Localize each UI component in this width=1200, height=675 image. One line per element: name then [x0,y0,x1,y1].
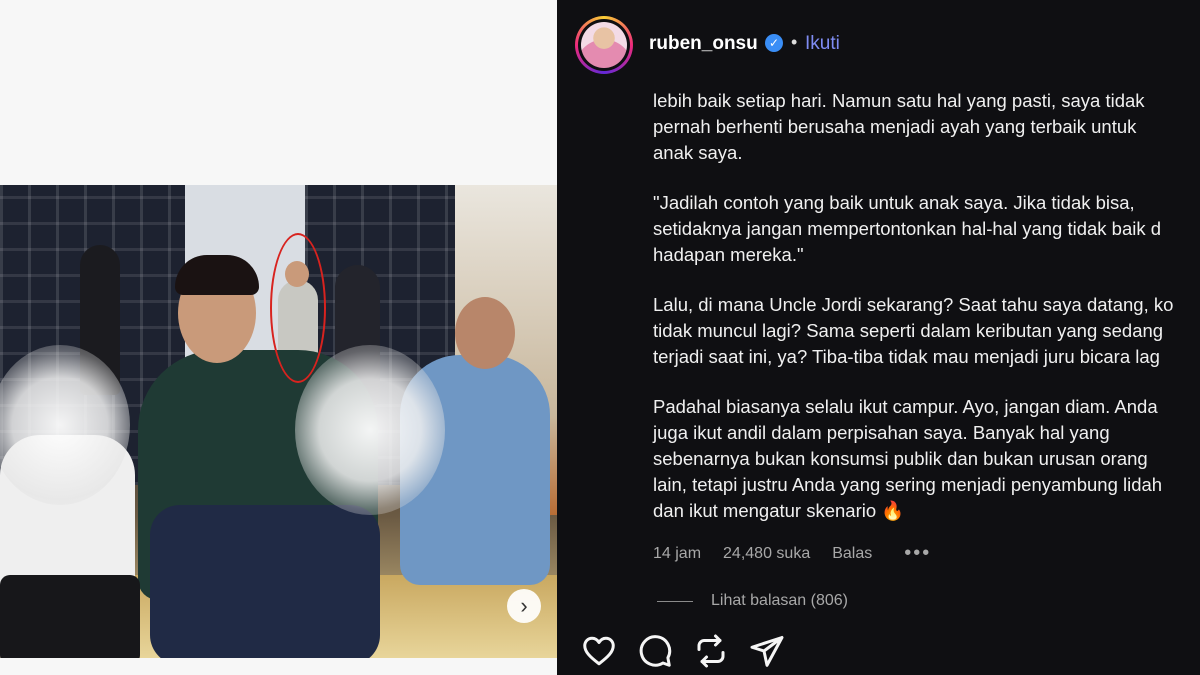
next-photo-button[interactable]: › [507,589,541,623]
verified-badge-icon: ✓ [765,34,783,52]
separator-dot: • [791,32,798,52]
comment-line: "Jadilah contoh yang baik untuk anak say… [653,192,1135,213]
comment-line: pernah berhenti berusaha menjadi ayah ya… [653,116,1137,137]
comment-line: Lalu, di mana Uncle Jordi sekarang? Saat… [653,294,1174,315]
replies-divider [657,600,693,602]
post-photo[interactable]: › [0,185,557,658]
share-icon[interactable] [749,633,785,674]
post-media-pane: › [0,0,557,675]
comment-time[interactable]: 14 jam [653,545,701,563]
comment-text: lebih baik setiap hari. Namun satu hal y… [653,88,1200,548]
comment-line: lebih baik setiap hari. Namun satu hal y… [653,90,1145,111]
follow-button[interactable]: Ikuti [805,33,840,55]
comment-line: Padahal biasanya selalu ikut campur. Ayo… [653,396,1158,417]
comment-line: sebenarnya bukan konsumsi publik dan buk… [653,448,1148,469]
like-count[interactable]: 24,480 suka [723,545,810,563]
more-options-icon[interactable]: ••• [904,542,931,565]
comment-line: setidaknya jangan mempertontonkan hal-ha… [653,218,1162,239]
comment-line: terjadi saat ini, ya? Tiba-tiba tidak ma… [653,346,1160,367]
view-replies[interactable]: Lihat balasan (806) [657,592,848,610]
avatar[interactable] [575,16,633,74]
repost-icon[interactable] [693,633,729,674]
young-man-hair [175,255,259,295]
avatar-image [581,22,627,68]
comment-paragraph: lebih baik setiap hari. Namun satu hal y… [653,88,1200,166]
comment-line: lain, tetapi justru Anda yang sering men… [653,474,1163,495]
comment-paragraph: "Jadilah contoh yang baik untuk anak say… [653,190,1200,268]
username[interactable]: ruben_onsu [649,33,758,55]
reply-button[interactable]: Balas [832,545,872,563]
comment-paragraph: Padahal biasanya selalu ikut campur. Ayo… [653,394,1200,524]
chevron-right-icon: › [520,593,528,618]
comment-line: dan ikut mengatur skenario 🔥 [653,500,905,521]
comment-icon[interactable] [637,633,673,674]
comment-meta: 14 jam 24,480 suka Balas ••• [653,542,931,565]
blurred-face [295,345,445,515]
woman-head [455,297,515,369]
young-man-jeans [150,505,380,658]
annotation-circle [270,233,326,383]
comment-pane: ruben_onsu ✓ • Ikuti lebih baik setiap h… [557,0,1200,675]
comment-line: hadapan mereka." [653,244,804,265]
comment-paragraph: Lalu, di mana Uncle Jordi sekarang? Saat… [653,292,1200,370]
comment-line: anak saya. [653,142,743,163]
comment-line: tidak muncul lagi? Sama seperti dalam ke… [653,320,1164,341]
action-bar [581,633,785,674]
view-replies-label[interactable]: Lihat balasan (806) [711,592,848,610]
comment-line: juga ikut andil dalam perpisahan saya. B… [653,422,1110,443]
child-left-pants [0,575,140,658]
heart-icon[interactable] [581,633,617,674]
